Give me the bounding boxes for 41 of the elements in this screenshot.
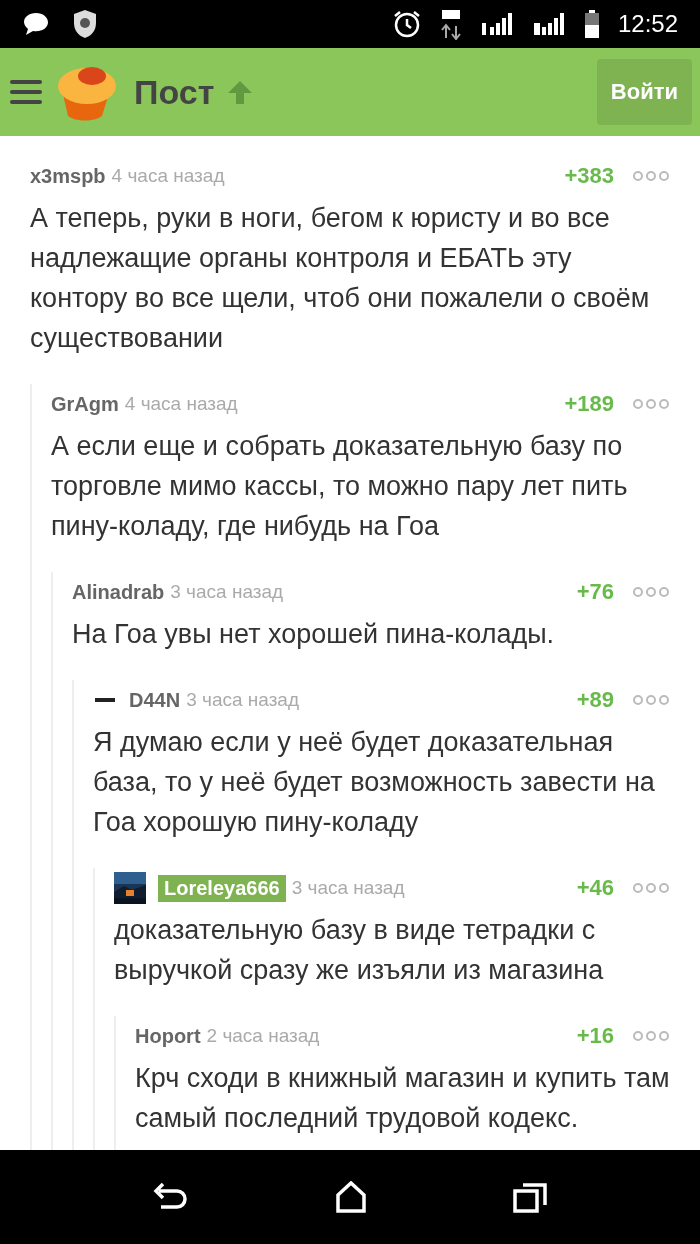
- shield-icon: [72, 9, 98, 39]
- comment-text: На Гоа увы нет хорошей пина-колады.: [72, 618, 556, 651]
- comment-rating: +76: [576, 579, 614, 605]
- author-name[interactable]: x3mspb: [30, 164, 106, 188]
- more-options-icon[interactable]: [632, 694, 670, 706]
- comment-rating: +16: [576, 1023, 614, 1049]
- recent-apps-icon[interactable]: [513, 1181, 547, 1213]
- up-arrow-icon: [226, 79, 255, 105]
- comment-rating: +189: [564, 391, 614, 417]
- signal-icon: [531, 11, 566, 37]
- more-options-icon[interactable]: [632, 586, 670, 598]
- home-icon[interactable]: [335, 1181, 367, 1213]
- author-name[interactable]: GrAgm: [51, 392, 119, 416]
- more-options-icon[interactable]: [632, 1030, 670, 1042]
- comment-time: 4 часа назад: [111, 165, 225, 187]
- chat-icon: [22, 11, 50, 37]
- comment-rating: +89: [576, 687, 614, 713]
- comment-time: 3 часа назад: [170, 581, 284, 603]
- author-name[interactable]: D44N: [129, 688, 181, 712]
- more-options-icon[interactable]: [632, 170, 670, 182]
- signal-icon: [479, 11, 514, 37]
- menu-icon[interactable]: [10, 79, 42, 105]
- more-options-icon[interactable]: [632, 398, 670, 410]
- comment-time: 3 часа назад: [291, 877, 405, 899]
- comment-text: Я думаю если у неё будет доказательная база, то у неё будет возможность завести на Гоа хорошую пину-коладу: [93, 726, 656, 839]
- comment-rating: +383: [564, 163, 614, 189]
- comment-text: доказательную базу в виде тетрадки с выручкой сразу же изъяли из магазина: [114, 914, 605, 987]
- battery-icon: [583, 9, 600, 39]
- more-options-icon[interactable]: [632, 882, 670, 894]
- comment-text: А если еще и собрать доказательную базу по торговле мимо кассы, то можно пару лет пить пину-коладу, где нибудь на Гоа: [51, 430, 629, 543]
- comment-text: А теперь, руки в ноги, бегом к юристу и во все надлежащие органы контроля и ЕБАТЬ эту контору во все щели, чтоб они пожалели о своём существовании: [30, 202, 651, 355]
- author-name[interactable]: Alinadrab: [72, 580, 165, 604]
- comment-text: Крч сходи в книжный магазин и купить там самый последний трудовой кодекс.: [135, 1062, 670, 1135]
- comment-time: 4 часа назад: [124, 393, 238, 415]
- network-arrows-icon: [439, 8, 462, 40]
- comment-rating: +46: [576, 875, 614, 901]
- comment-time: 3 часа назад: [186, 689, 299, 711]
- author-name[interactable]: Hoport: [135, 1024, 201, 1048]
- clock-time: 12:52: [617, 10, 678, 38]
- comment-time: 2 часа назад: [206, 1025, 320, 1047]
- page-title: Пост: [134, 72, 215, 112]
